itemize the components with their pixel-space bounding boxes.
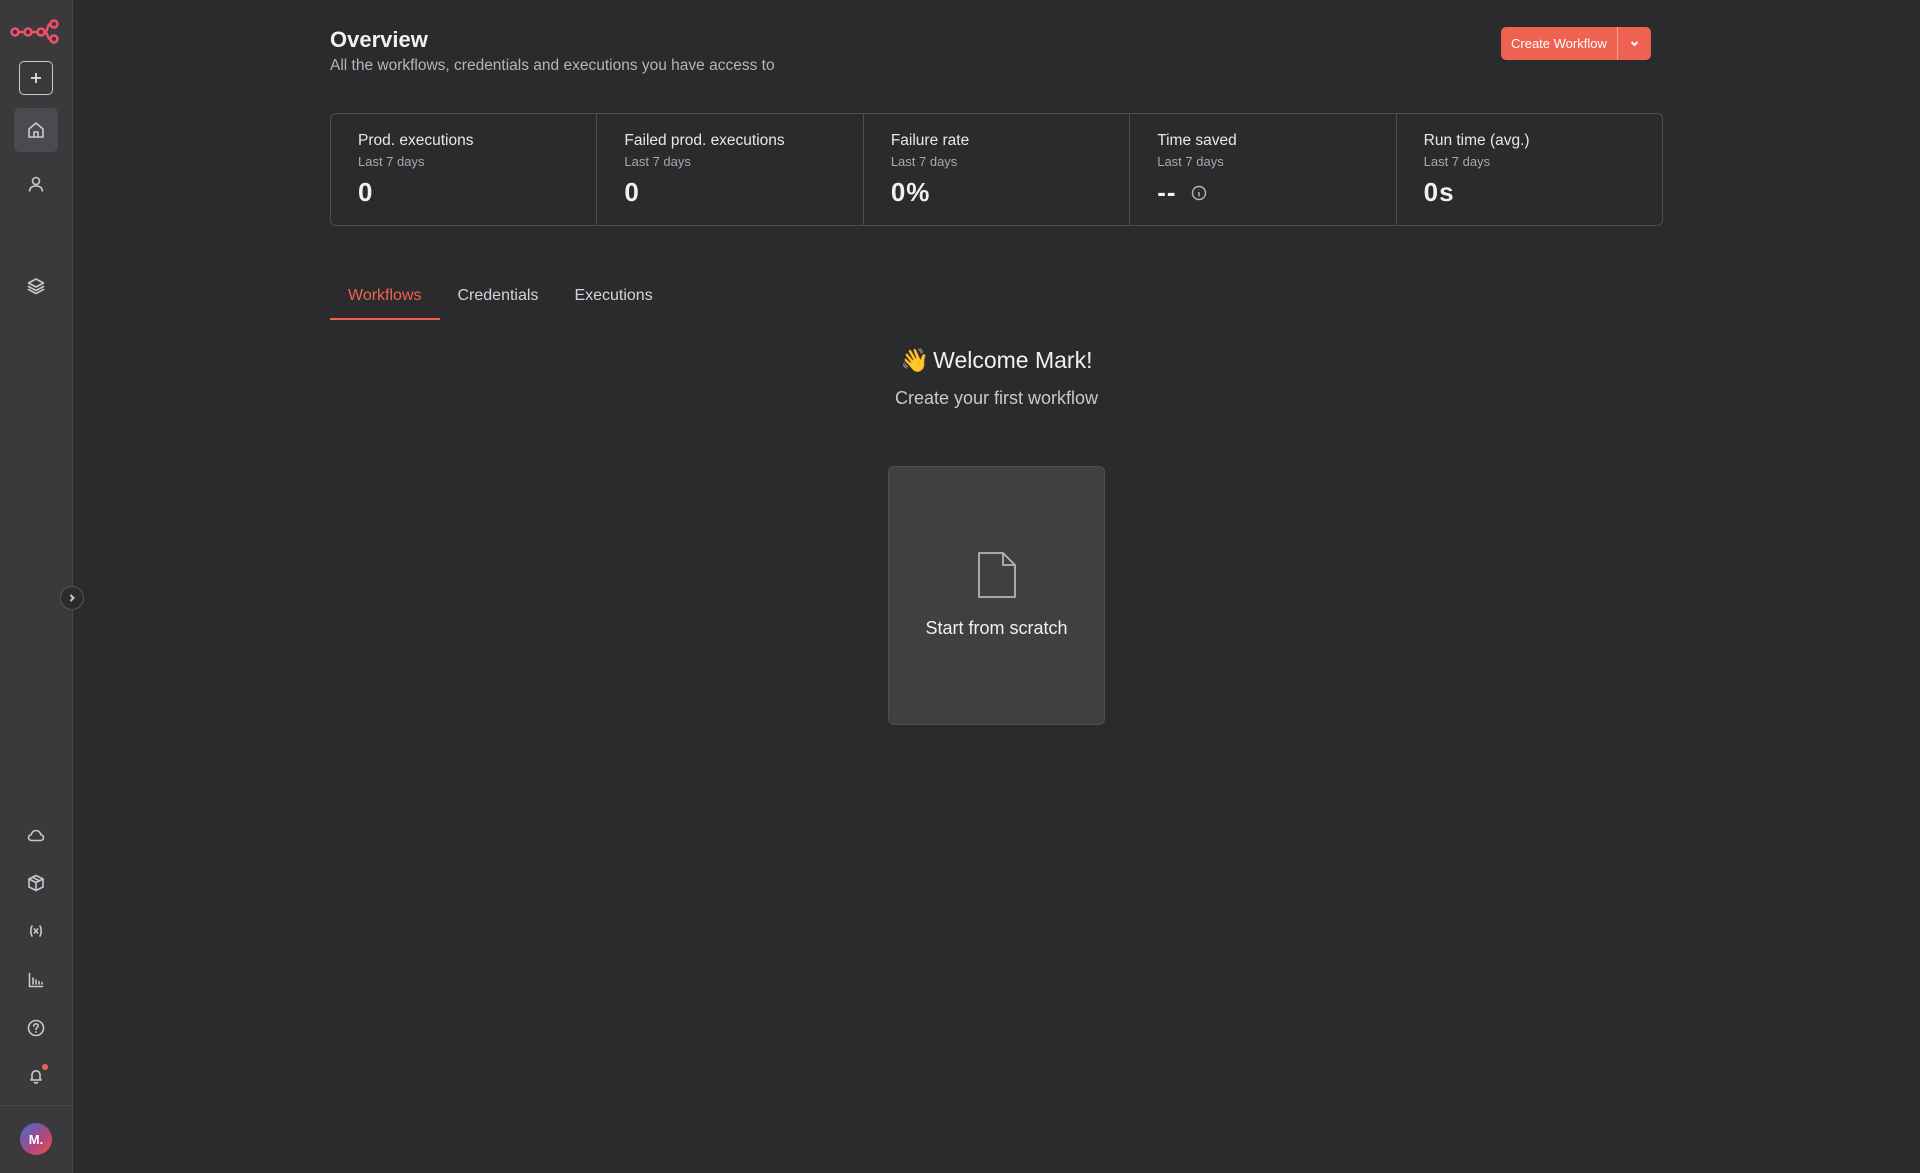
sidebar-item-projects[interactable] <box>14 264 58 308</box>
sidebar-item-insights[interactable] <box>14 958 58 1002</box>
stat-value-text: 0s <box>1423 177 1455 207</box>
package-icon <box>28 874 44 892</box>
sidebar-item-variables[interactable] <box>14 909 58 953</box>
stat-time-saved[interactable]: Time saved Last 7 days -- <box>1130 114 1397 225</box>
collapse-sidebar-button[interactable] <box>60 586 84 610</box>
plus-icon <box>31 73 41 83</box>
stat-value: 0 <box>624 177 835 208</box>
chart-icon <box>28 972 44 988</box>
sidebar: M. <box>0 0 73 1173</box>
help-icon <box>27 1019 45 1037</box>
notification-badge <box>42 1064 48 1070</box>
sidebar-item-templates[interactable] <box>14 861 58 905</box>
sidebar-item-personal[interactable] <box>14 162 58 206</box>
add-button[interactable] <box>19 61 53 95</box>
avatar[interactable]: M. <box>20 1123 52 1155</box>
create-workflow-button[interactable]: Create Workflow <box>1501 27 1618 60</box>
stat-label: Time saved <box>1157 132 1237 149</box>
stat-label: Prod. executions <box>358 132 474 149</box>
chevron-down-icon <box>1630 41 1639 47</box>
cloud-icon <box>27 829 45 842</box>
stat-value-text: 0 <box>624 177 640 207</box>
stat-value-text: -- <box>1157 177 1177 207</box>
tab-credentials[interactable]: Credentials <box>440 283 557 320</box>
create-workflow-group: Create Workflow <box>1501 27 1651 60</box>
welcome-heading: 👋 Welcome Mark! <box>730 347 1263 374</box>
stat-period: Last 7 days <box>358 154 425 169</box>
stat-value-text: 0% <box>890 177 931 207</box>
stat-failed-prod-executions[interactable]: Failed prod. executions Last 7 days 0 <box>597 114 864 225</box>
page-title: Overview <box>330 27 428 52</box>
file-icon <box>977 552 1016 598</box>
stat-value: 0s <box>1424 177 1635 208</box>
stats-summary: Prod. executions Last 7 days 0 Failed pr… <box>330 113 1663 226</box>
stat-period: Last 7 days <box>1157 154 1224 169</box>
page-subtitle: All the workflows, credentials and execu… <box>330 57 775 74</box>
welcome-title-text: Welcome Mark! <box>933 347 1093 373</box>
tabs: Workflows Credentials Executions <box>330 283 671 320</box>
stat-label: Failure rate <box>890 132 970 149</box>
stat-prod-executions[interactable]: Prod. executions Last 7 days 0 <box>331 114 598 225</box>
logo-icon[interactable] <box>10 18 60 44</box>
sidebar-divider <box>0 1105 72 1106</box>
welcome-subtitle: Create your first workflow <box>894 388 1099 408</box>
stat-value: 0% <box>891 177 1102 208</box>
stat-run-time[interactable]: Run time (avg.) Last 7 days 0s <box>1397 114 1662 225</box>
stat-period: Last 7 days <box>1423 154 1491 169</box>
info-icon[interactable] <box>1191 185 1207 201</box>
start-from-scratch-card[interactable]: Start from scratch <box>888 466 1105 725</box>
stat-period: Last 7 days <box>890 154 958 169</box>
sidebar-item-cloud[interactable] <box>14 813 58 857</box>
variables-icon <box>30 925 42 937</box>
stat-label: Failed prod. executions <box>624 132 785 149</box>
home-icon <box>28 122 44 138</box>
tab-workflows[interactable]: Workflows <box>330 283 440 320</box>
stat-label: Run time (avg.) <box>1423 132 1530 149</box>
create-workflow-dropdown[interactable] <box>1618 27 1651 60</box>
layers-icon <box>27 278 45 295</box>
user-icon <box>28 176 44 192</box>
wave-emoji: 👋 <box>900 347 930 373</box>
sidebar-item-notifications[interactable] <box>14 1054 58 1098</box>
chevron-right-icon <box>69 594 75 602</box>
stat-value-text: 0 <box>358 177 374 207</box>
start-from-scratch-label: Start from scratch <box>925 618 1068 638</box>
stat-value: 0 <box>358 177 569 208</box>
sidebar-item-help[interactable] <box>14 1006 58 1050</box>
tab-executions[interactable]: Executions <box>556 283 670 320</box>
stat-failure-rate[interactable]: Failure rate Last 7 days 0% <box>864 114 1131 225</box>
sidebar-item-home[interactable] <box>14 108 58 152</box>
stat-period: Last 7 days <box>624 154 691 169</box>
stat-value: -- <box>1157 177 1368 208</box>
